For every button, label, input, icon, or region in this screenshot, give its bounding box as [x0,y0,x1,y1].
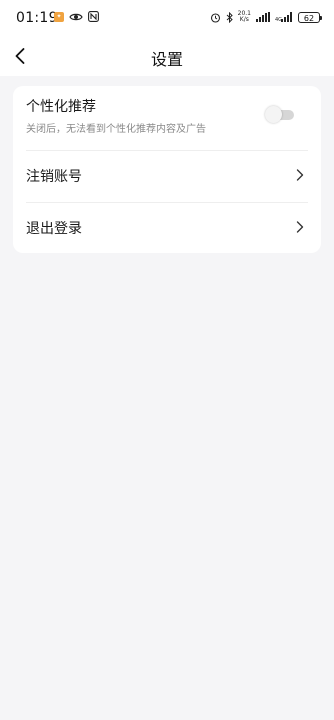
battery-indicator: 62 [298,11,322,23]
personalized-recommendation-toggle[interactable] [265,106,294,123]
eye-icon [69,13,83,20]
nav-bar: 设置 [0,36,334,76]
chevron-right-icon [296,169,304,181]
chevron-right-icon [296,221,304,233]
app-notification-icon: ✦ [54,11,64,22]
personalized-recommendation-title: 个性化推荐 [26,99,96,115]
personalized-recommendation-subtitle: 关闭后，无法看到个性化推荐内容及广告 [26,124,206,135]
signal-icon-2: 4G [275,12,292,22]
page-title: 设置 [150,50,183,69]
status-time: 01:19 [16,10,58,26]
toggle-knob [265,106,282,123]
status-bar: 01:19 ✦ 20.1 K/s 4G 62 [0,0,334,36]
settings-card: 个性化推荐 关闭后，无法看到个性化推荐内容及广告 注销账号 退出登录 [13,86,321,253]
network-speed-unit: K/s [239,16,249,23]
signal-icon-1 [256,12,270,22]
alarm-icon [210,12,220,23]
status-right-icons: 20.1 K/s 4G 62 [210,11,322,23]
personalized-recommendation-row: 个性化推荐 关闭后，无法看到个性化推荐内容及广告 [13,86,321,150]
logout-label: 退出登录 [26,221,82,237]
network-speed: 20.1 K/s [238,11,251,23]
bluetooth-icon [226,11,233,23]
logout-row[interactable]: 退出登录 [13,202,321,253]
nfc-icon [88,11,99,22]
cancel-account-label: 注销账号 [26,169,82,185]
cancel-account-row[interactable]: 注销账号 [13,150,321,202]
status-left-icons: ✦ [54,11,99,22]
